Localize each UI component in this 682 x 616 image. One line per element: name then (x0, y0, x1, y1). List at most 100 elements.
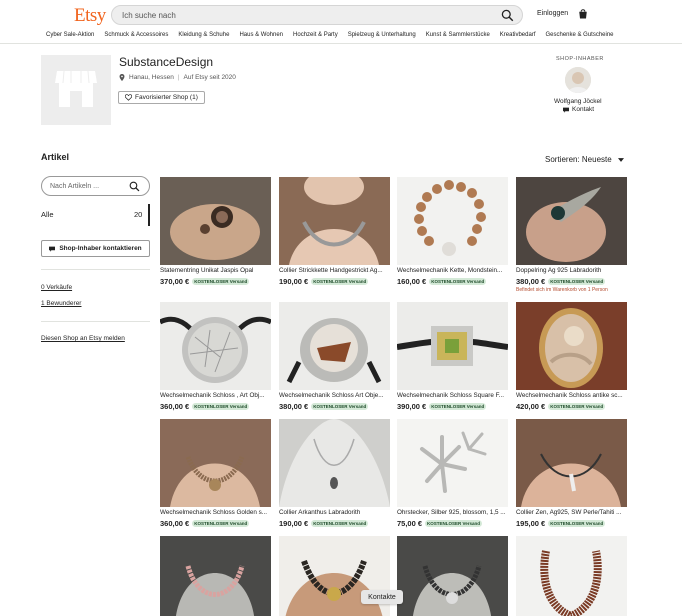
listing-image[interactable] (516, 419, 627, 507)
listing-image[interactable] (279, 419, 390, 507)
listing-card[interactable]: Ohrstecker, Silber 925, blossom, 1,5 ...… (397, 419, 508, 528)
section-title: Artikel (41, 152, 70, 162)
owner-avatar[interactable] (565, 67, 591, 93)
free-shipping-badge: KOSTENLOSER Versand (311, 278, 369, 285)
shop-name: SubstanceDesign (119, 55, 214, 69)
category-link[interactable]: Kreativbedarf (500, 32, 536, 38)
admirers-link[interactable]: 1 Bewunderer (41, 300, 81, 307)
search-input[interactable]: Ich suche nach (111, 5, 523, 25)
listing-title[interactable]: Wechselmechanik Schloss , Art Obj... (160, 392, 271, 401)
listing-price: 420,00 € (516, 402, 546, 411)
listing-title[interactable]: Wechselmechanik Schloss Square F... (397, 392, 508, 401)
free-shipping-badge: KOSTENLOSER Versand (192, 520, 250, 527)
listing-card[interactable] (160, 536, 271, 616)
free-shipping-badge: KOSTENLOSER Versand (548, 403, 606, 410)
contact-owner-button[interactable]: Shop-Inhaber kontaktieren (41, 240, 150, 257)
category-link[interactable]: Haus & Wohnen (239, 32, 283, 38)
caret-down-icon (617, 157, 624, 162)
listing-image[interactable] (160, 302, 271, 390)
listing-card[interactable]: Wechselmechanik Schloss antike sc... 420,… (516, 302, 627, 411)
search-placeholder: Ich suche nach (122, 11, 176, 20)
listing-card[interactable] (397, 536, 508, 616)
category-link[interactable]: Spielzeug & Unterhaltung (348, 32, 416, 38)
listing-image[interactable] (160, 536, 271, 616)
listing-title[interactable]: Ohrstecker, Silber 925, blossom, 1,5 ... (397, 509, 508, 518)
category-link[interactable]: Kleidung & Schuhe (178, 32, 229, 38)
owner-heading: SHOP-INHABER (556, 56, 604, 62)
listing-price-row: 420,00 € KOSTENLOSER Versand (516, 402, 627, 411)
listing-title[interactable]: Statementring Unikat Jaspis Opal (160, 267, 271, 276)
top-header: Etsy Ich suche nach Einloggen Cyber Sale… (0, 0, 682, 44)
listing-card[interactable] (516, 536, 627, 616)
category-link[interactable]: Kunst & Sammlerstücke (426, 32, 490, 38)
search-icon[interactable] (129, 181, 140, 192)
listing-image[interactable] (160, 177, 271, 265)
listing-card[interactable]: Wechselmechanik Schloss , Art Obj... 360,… (160, 302, 271, 411)
listing-card[interactable]: Wechselmechanik Schloss Art Obje... 380,0… (279, 302, 390, 411)
kontakte-button[interactable]: Kontakte (361, 590, 403, 604)
listing-image[interactable] (160, 419, 271, 507)
category-link[interactable]: Hochzeit & Party (293, 32, 338, 38)
listing-card[interactable]: Wechselmechanik Schloss Golden s... 360,0… (160, 419, 271, 528)
listing-image[interactable] (397, 419, 508, 507)
listing-image[interactable] (279, 177, 390, 265)
login-link[interactable]: Einloggen (537, 10, 568, 17)
listing-image[interactable] (279, 536, 390, 616)
category-link[interactable]: Cyber Sale-Aktion (46, 32, 94, 38)
listing-title[interactable]: Collier Strickkette Handgestrickt Ag... (279, 267, 390, 276)
listing-price-row: 390,00 € KOSTENLOSER Versand (397, 402, 508, 411)
listing-image[interactable] (279, 302, 390, 390)
listing-image[interactable] (516, 536, 627, 616)
shop-placeholder-image (41, 55, 111, 125)
listing-price: 75,00 € (397, 519, 423, 528)
listing-image[interactable] (397, 177, 508, 265)
listing-card[interactable]: Wechselmechanik Schloss Square F... 390,0… (397, 302, 508, 411)
listing-price: 190,00 € (279, 519, 309, 528)
cart-icon[interactable] (577, 8, 589, 20)
free-shipping-badge: KOSTENLOSER Versand (429, 278, 487, 285)
search-icon[interactable] (501, 9, 514, 22)
store-icon (55, 70, 97, 107)
listing-price-row: 360,00 € KOSTENLOSER Versand (160, 402, 271, 411)
listing-card[interactable]: Statementring Unikat Jaspis Opal 370,00 €… (160, 177, 271, 286)
listing-card[interactable]: Collier Strickkette Handgestrickt Ag... 1… (279, 177, 390, 286)
favorite-shop-button[interactable]: Favorisierter Shop (1) (118, 91, 205, 104)
listing-title[interactable]: Wechselmechanik Kette, Mondstein... (397, 267, 508, 276)
listing-title[interactable]: Wechselmechanik Schloss antike sc... (516, 392, 627, 401)
listing-title[interactable]: Collier Arkanthus Labradorith (279, 509, 390, 518)
shop-search-input[interactable]: Nach Artikeln ... (41, 176, 150, 196)
listing-card[interactable]: Collier Zen, Ag925, SW Perle/Tahiti ... 1… (516, 419, 627, 528)
listing-price: 190,00 € (279, 277, 309, 286)
etsy-logo[interactable]: Etsy (74, 5, 106, 27)
listing-price-row: 360,00 € KOSTENLOSER Versand (160, 519, 271, 528)
listing-image[interactable] (516, 177, 627, 265)
listing-price: 360,00 € (160, 402, 190, 411)
location-pin-icon (119, 74, 125, 81)
listing-image[interactable] (397, 536, 508, 616)
free-shipping-badge: KOSTENLOSER Versand (548, 520, 606, 527)
listing-image[interactable] (397, 302, 508, 390)
category-all[interactable]: Alle (41, 210, 54, 219)
category-link[interactable]: Schmuck & Accessoires (104, 32, 168, 38)
category-link[interactable]: Geschenke & Gutscheine (545, 32, 613, 38)
listing-card[interactable]: Collier Arkanthus Labradorith 190,00 € KOS… (279, 419, 390, 528)
listing-title[interactable]: Wechselmechanik Schloss Art Obje... (279, 392, 390, 401)
sort-label: Sortieren: Neueste (545, 155, 612, 164)
listing-price-row: 380,00 € KOSTENLOSER Versand (516, 277, 627, 286)
listing-image[interactable] (516, 302, 627, 390)
report-shop-link[interactable]: Diesen Shop an Etsy melden (41, 335, 125, 342)
listing-price: 160,00 € (397, 277, 427, 286)
owner-contact-link[interactable]: Kontakt (563, 106, 594, 113)
owner-name[interactable]: Wolfgang Jöckel (554, 98, 602, 105)
listing-title[interactable]: Doppelring Ag 925 Labradorith (516, 267, 627, 276)
listing-card[interactable]: Wechselmechanik Kette, Mondstein... 160,0… (397, 177, 508, 286)
listing-title[interactable]: Collier Zen, Ag925, SW Perle/Tahiti ... (516, 509, 627, 518)
listing-card[interactable]: Doppelring Ag 925 Labradorith 380,00 € KOS… (516, 177, 627, 293)
listing-title[interactable]: Wechselmechanik Schloss Golden s... (160, 509, 271, 518)
shop-since: Auf Etsy seit 2020 (183, 74, 236, 81)
listing-card[interactable] (279, 536, 390, 616)
sort-dropdown[interactable]: Sortieren: Neueste (545, 155, 624, 164)
sales-link[interactable]: 0 Verkäufe (41, 284, 72, 291)
contact-owner-label: Shop-Inhaber kontaktieren (59, 245, 142, 252)
listing-price: 380,00 € (279, 402, 309, 411)
